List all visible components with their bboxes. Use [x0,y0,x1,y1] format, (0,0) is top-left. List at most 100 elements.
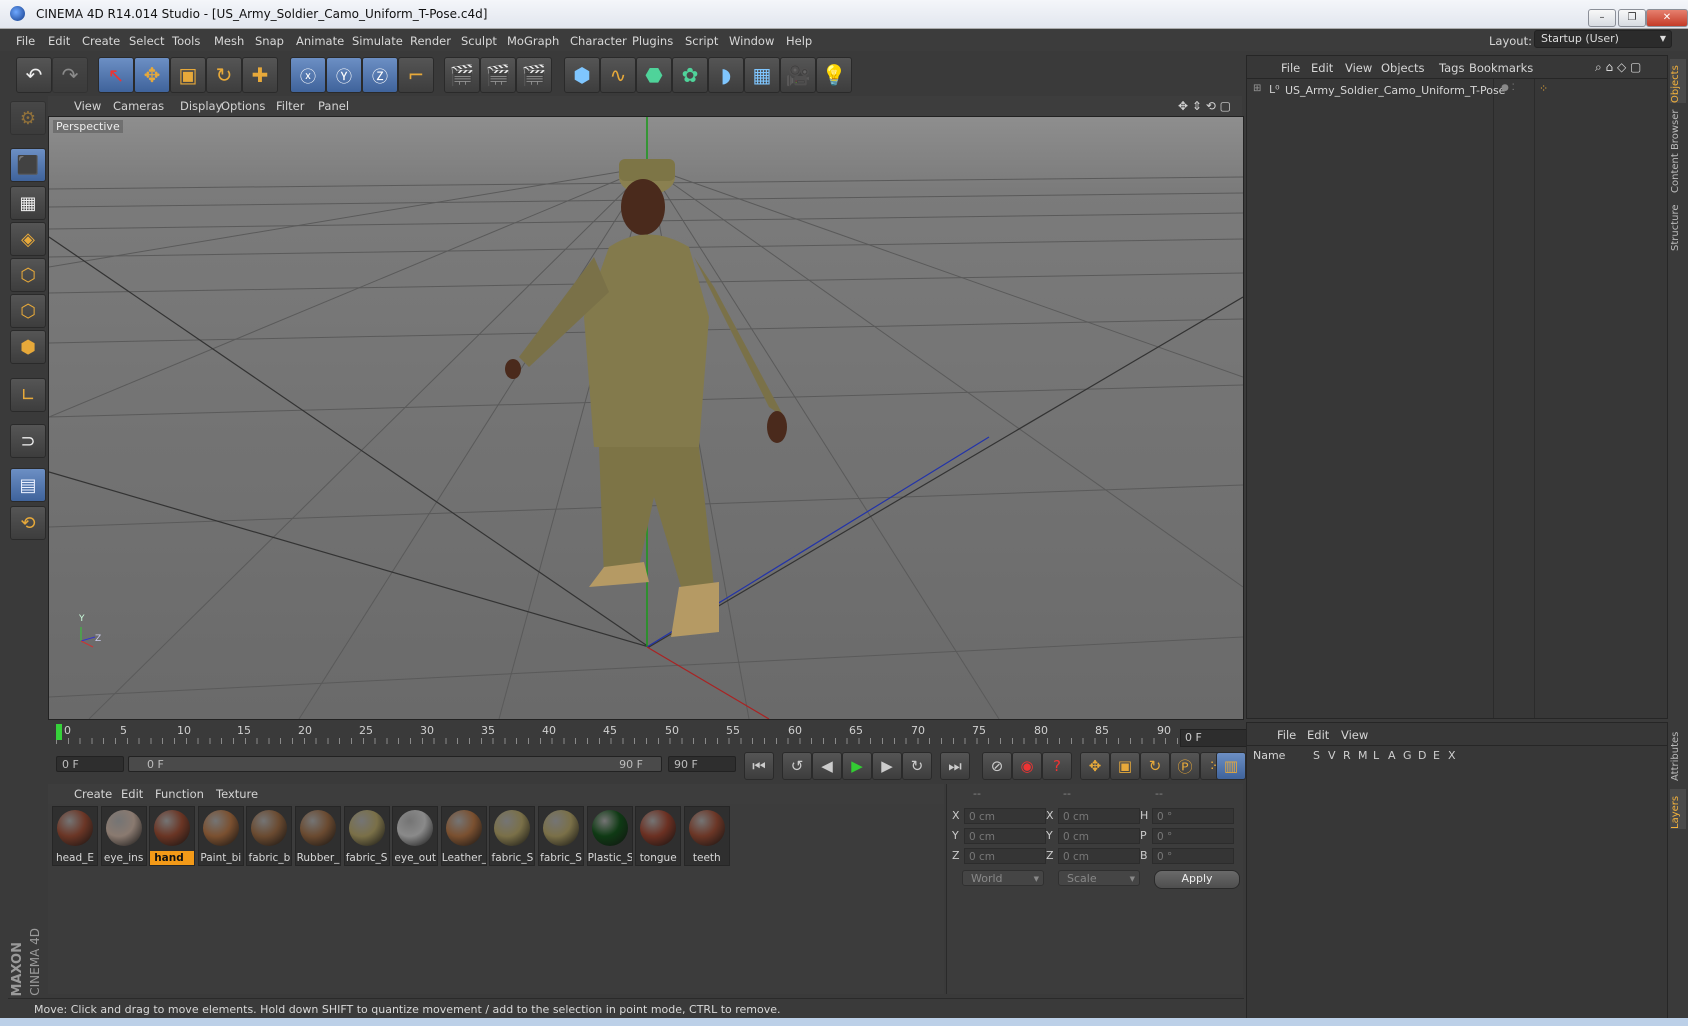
menu-tools[interactable]: Tools [172,34,200,48]
previous-frame-button[interactable]: ◀ [812,752,842,780]
material-swatch[interactable]: fabric_S [538,806,584,866]
tag-icon[interactable]: ⁘ [1539,82,1548,95]
viewport-nav-icons[interactable]: ✥ ⇕ ⟲ ▢ [1178,99,1231,113]
coord-value-field[interactable]: 0 cm [964,828,1046,844]
menu-create[interactable]: Create [82,34,120,48]
axis-mode-button[interactable]: ∟ [10,378,46,412]
material-swatch[interactable]: head_E [52,806,98,866]
create-object-button[interactable]: ✚ [242,57,278,93]
render-settings-button[interactable]: 🎬 [516,57,552,93]
objects-menu-tags[interactable]: Tags [1439,61,1464,75]
position-key-button[interactable]: ✥ [1080,752,1110,780]
make-editable-button[interactable]: ⚙ [10,101,46,135]
array-button[interactable]: ✿ [672,57,708,93]
material-menu-texture[interactable]: Texture [216,787,258,801]
redo-button[interactable]: ↷ [52,57,88,93]
material-swatch[interactable]: eye_ins [100,806,147,866]
next-key-button[interactable]: ↻ [902,752,932,780]
menu-file[interactable]: File [16,34,35,48]
material-swatch[interactable]: hand [149,806,196,866]
coord-value-field[interactable]: 0 cm [1058,828,1140,844]
coord-value-field[interactable]: 0 cm [1058,808,1140,824]
layers-name-column[interactable]: Name [1253,749,1285,762]
play-button[interactable]: ▶ [842,752,872,780]
viewport-menu-view[interactable]: View [74,99,101,113]
tab-layers[interactable]: Layers [1670,789,1686,829]
viewport-menu-filter[interactable]: Filter [276,99,304,113]
restore-button[interactable]: ❐ [1618,9,1646,27]
material-swatch[interactable]: fabric_S [489,806,536,866]
viewport-menu-options[interactable]: Options [221,99,265,113]
texture-mode-button[interactable]: ▦ [10,186,46,220]
coord-value-field[interactable]: 0 ° [1152,808,1234,824]
menu-snap[interactable]: Snap [255,34,284,48]
material-swatch[interactable]: Plastic_S [586,806,633,866]
material-swatch[interactable]: teeth [683,806,730,866]
z-axis-lock-button[interactable]: Ⓩ [362,57,398,93]
expand-icon[interactable]: ⊞ [1253,83,1261,94]
tab-objects[interactable]: Objects [1670,59,1686,103]
camera-button[interactable]: 🎥 [780,57,816,93]
material-menu-edit[interactable]: Edit [121,787,143,801]
model-mode-button[interactable]: ⬛ [10,148,46,182]
go-to-end-button[interactable]: ⏭ [940,752,970,780]
menu-help[interactable]: Help [786,34,812,48]
cube-object-button[interactable]: ⬢ [564,57,600,93]
menu-animate[interactable]: Animate [296,34,344,48]
deformer-button[interactable]: ◗ [708,57,744,93]
playhead[interactable] [56,724,62,740]
floor-button[interactable]: ▦ [744,57,780,93]
coord-value-field[interactable]: 0 cm [964,848,1046,864]
material-swatch[interactable]: fabric_S [343,806,390,866]
scale-tool-button[interactable]: ▣ [170,57,206,93]
workplane-lock-button[interactable]: ▤ [10,468,46,502]
layer-flag-column[interactable]: S [1313,749,1320,762]
render-view-button[interactable]: 🎬 [444,57,480,93]
undo-button[interactable]: ↶ [16,57,52,93]
tab-attributes[interactable]: Attributes [1670,727,1686,781]
coord-value-field[interactable]: 0 ° [1152,828,1234,844]
menu-edit[interactable]: Edit [48,34,70,48]
menu-select[interactable]: Select [129,34,164,48]
menu-window[interactable]: Window [729,34,774,48]
workplane-mode-button[interactable]: ◈ [10,222,46,256]
objects-menu-view[interactable]: View [1345,61,1372,75]
objects-menu-bookmarks[interactable]: Bookmarks [1469,61,1533,75]
rotation-key-button[interactable]: ↻ [1140,752,1170,780]
live-selection-button[interactable]: ↖ [98,57,134,93]
world-dropdown[interactable]: World ▼ [962,870,1044,886]
material-swatch[interactable]: fabric_b [246,806,293,866]
object-name[interactable]: US_Army_Soldier_Camo_Uniform_T-Pose [1285,84,1505,97]
layer-flag-column[interactable]: X [1448,749,1456,762]
timeline-layout-button[interactable]: ▥ [1216,752,1246,780]
coord-value-field[interactable]: 0 cm [964,808,1046,824]
workplane-rotate-button[interactable]: ⟲ [10,506,46,540]
parameter-key-button[interactable]: Ⓟ [1170,752,1200,780]
next-frame-button[interactable]: ▶ [872,752,902,780]
menu-mesh[interactable]: Mesh [214,34,244,48]
keyframe-selection-button[interactable]: ? [1042,752,1072,780]
previous-key-button[interactable]: ↺ [782,752,812,780]
material-menu-create[interactable]: Create [74,787,112,801]
light-button[interactable]: 💡 [816,57,852,93]
move-tool-button[interactable]: ✥ [134,57,170,93]
apply-button[interactable]: Apply [1154,870,1240,889]
go-to-start-button[interactable]: ⏮ [744,752,774,780]
snap-button[interactable]: ⊃ [10,424,46,458]
scale-dropdown[interactable]: Scale ▼ [1058,870,1140,886]
menu-simulate[interactable]: Simulate [352,34,403,48]
rotate-tool-button[interactable]: ↻ [206,57,242,93]
objects-menu-edit[interactable]: Edit [1311,61,1333,75]
search-icon[interactable]: ⌕ ⌂ ◇ ▢ [1595,60,1641,75]
edges-mode-button[interactable]: ⬡ [10,294,46,328]
record-keys-button[interactable]: ⊘ [982,752,1012,780]
tab-structure[interactable]: Structure [1670,201,1686,251]
visibility-dots-icon[interactable]: ● ⁚ [1501,83,1515,93]
objects-menu-file[interactable]: File [1281,61,1300,75]
layer-flag-column[interactable]: L [1373,749,1379,762]
material-swatch[interactable]: Paint_bi [197,806,244,866]
layer-flag-column[interactable]: V [1328,749,1336,762]
layer-flag-column[interactable]: G [1403,749,1412,762]
polygons-mode-button[interactable]: ⬢ [10,330,46,364]
y-axis-lock-button[interactable]: Ⓨ [326,57,362,93]
